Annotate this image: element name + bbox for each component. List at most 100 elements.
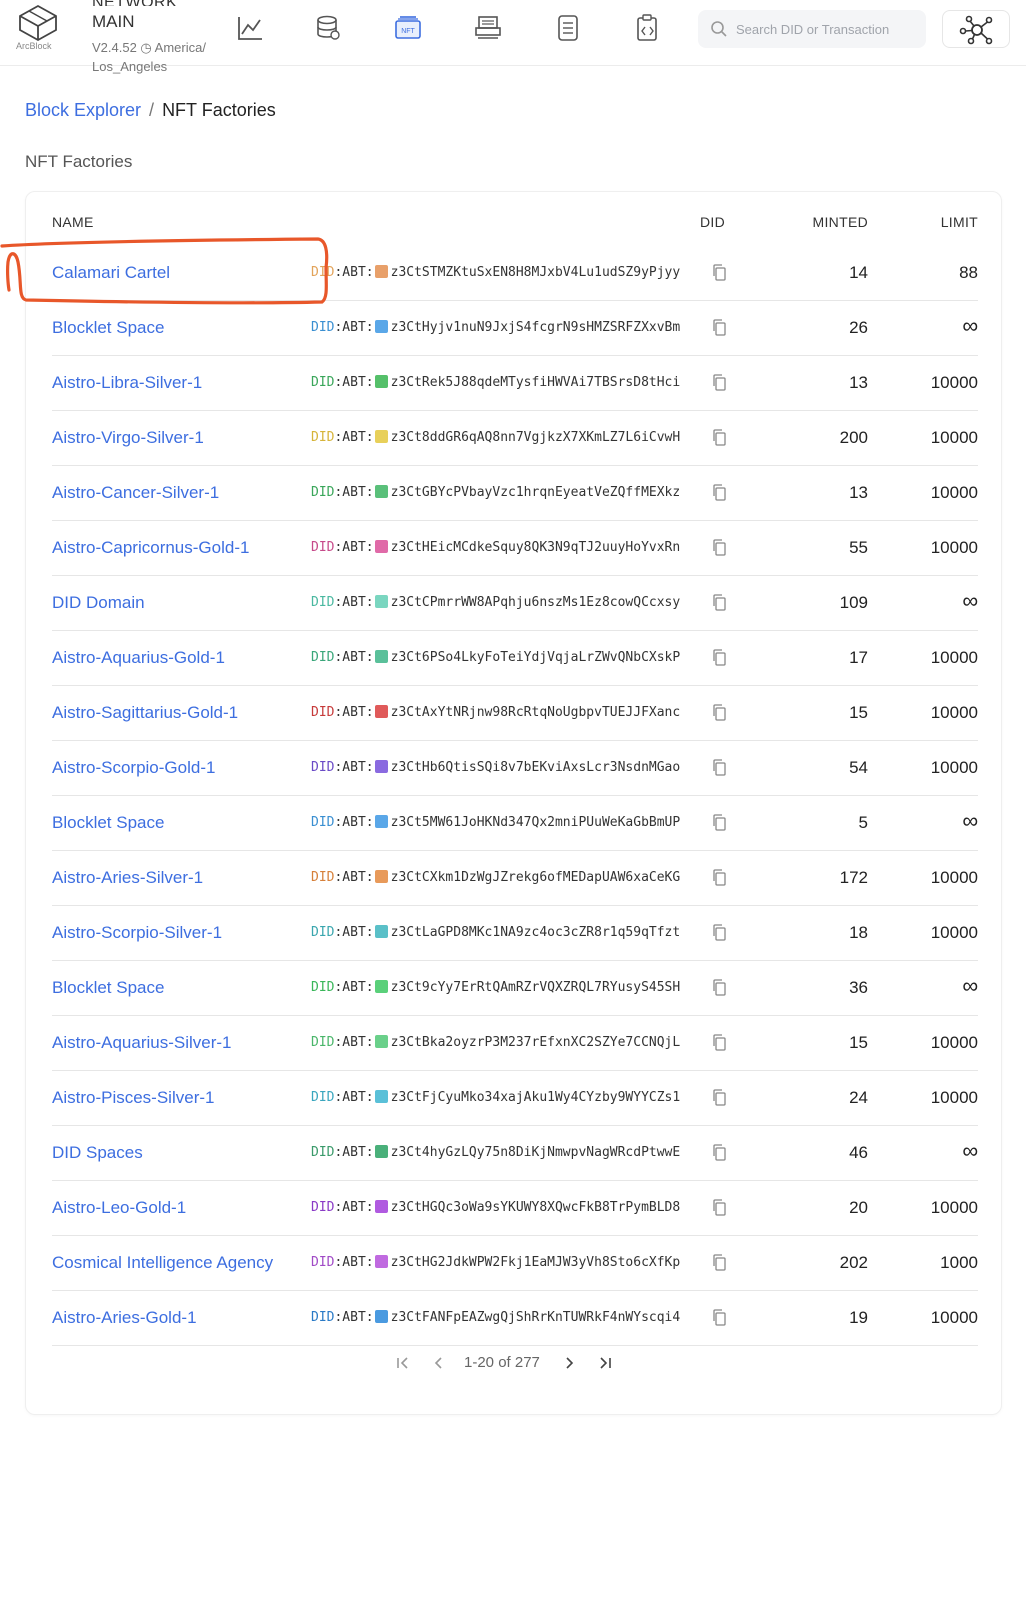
copy-icon[interactable] bbox=[712, 1199, 726, 1216]
did-avatar-icon bbox=[374, 540, 388, 553]
copy-icon[interactable] bbox=[712, 869, 726, 886]
factory-name-link[interactable]: Aistro-Leo-Gold-1 bbox=[52, 1198, 186, 1218]
copy-icon[interactable] bbox=[712, 319, 726, 336]
copy-icon[interactable] bbox=[712, 814, 726, 831]
copy-icon[interactable] bbox=[712, 704, 726, 721]
factory-name-link[interactable]: Aistro-Capricornus-Gold-1 bbox=[52, 538, 249, 558]
factory-name-link[interactable]: Blocklet Space bbox=[52, 318, 164, 338]
database-icon[interactable] bbox=[314, 14, 342, 42]
chart-icon[interactable] bbox=[236, 14, 264, 42]
factory-did[interactable]: DID:ABT: z3CtFANFpEAZwgQjShRrKnTUWRkF4nWY… bbox=[311, 1310, 680, 1325]
arcblock-logo[interactable] bbox=[14, 4, 74, 60]
did-prefix-abt: :ABT: bbox=[334, 705, 374, 720]
minted-count: 36 bbox=[849, 978, 868, 997]
factory-did[interactable]: DID:ABT: z3CtBka2oyzrP3M237rEfxnXC2SZYe7C… bbox=[311, 1035, 680, 1050]
table-row: Aistro-Pisces-Silver-1 DID:ABT: z3CtFjCyuM… bbox=[52, 1071, 978, 1126]
factory-name-link[interactable]: Aistro-Aquarius-Gold-1 bbox=[52, 648, 225, 668]
limit-value: 10000 bbox=[930, 868, 978, 887]
printer-icon[interactable] bbox=[474, 14, 502, 42]
factory-name-link[interactable]: DID Domain bbox=[52, 593, 145, 613]
factory-did[interactable]: DID:ABT: z3CtHG2JdkWPW2Fkj1EaMJW3yVh8Sto6… bbox=[311, 1255, 680, 1270]
did-prefix-did: DID bbox=[311, 320, 335, 335]
factory-did[interactable]: DID:ABT: z3CtFjCyuMko34xajAku1Wy4CYzby9WY… bbox=[311, 1090, 680, 1105]
last-page-icon[interactable] bbox=[594, 1352, 616, 1374]
did-prefix-abt: :ABT: bbox=[334, 1255, 374, 1270]
copy-icon[interactable] bbox=[712, 264, 726, 281]
did-value: z3CtCXkm1DzWgJZrekg6ofMEDapUAW6xaCeKG bbox=[390, 870, 681, 885]
next-page-icon[interactable] bbox=[558, 1352, 580, 1374]
factory-name-link[interactable]: Aistro-Aries-Silver-1 bbox=[52, 868, 203, 888]
factory-did[interactable]: DID:ABT: z3CtSTMZKtuSxEN8H8MJxbV4Lu1udSZ9… bbox=[311, 265, 680, 280]
factory-name-link[interactable]: Aistro-Aquarius-Silver-1 bbox=[52, 1033, 232, 1053]
previous-page-icon[interactable] bbox=[428, 1352, 450, 1374]
copy-icon[interactable] bbox=[712, 594, 726, 611]
factory-name-link[interactable]: Aistro-Libra-Silver-1 bbox=[52, 373, 202, 393]
copy-icon[interactable] bbox=[712, 924, 726, 941]
factory-name-link[interactable]: Aistro-Sagittarius-Gold-1 bbox=[52, 703, 238, 723]
copy-icon[interactable] bbox=[712, 759, 726, 776]
copy-icon[interactable] bbox=[712, 429, 726, 446]
did-value: z3CtLaGPD8MKc1NA9zc4oc3cZR8r1q59qTfzt bbox=[390, 925, 681, 940]
factory-did[interactable]: DID:ABT: z3Ct4hyGzLQy75n8DiKjNmwpvNagWRcd… bbox=[311, 1145, 680, 1160]
did-value: z3CtFjCyuMko34xajAku1Wy4CYzby9WYYCZs1 bbox=[390, 1090, 681, 1105]
factory-name-link[interactable]: DID Spaces bbox=[52, 1143, 143, 1163]
factory-did[interactable]: DID:ABT: z3CtHGQc3oWa9sYKUWY8XQwcFkB8TrPy… bbox=[311, 1200, 680, 1215]
factory-did[interactable]: DID:ABT: z3Ct8ddGR6qAQ8nn7VgjkzX7XKmLZ7L6… bbox=[311, 430, 680, 445]
limit-value: 10000 bbox=[930, 648, 978, 667]
factory-did[interactable]: DID:ABT: z3Ct9cYy7ErRtQAmRZrVQXZRQL7RYusy… bbox=[311, 980, 680, 995]
limit-value: ∞ bbox=[962, 808, 978, 833]
factory-name-link[interactable]: Cosmical Intelligence Agency bbox=[52, 1253, 273, 1273]
factory-did[interactable]: DID:ABT: z3CtAxYtNRjnw98RcRtqNoUgbpvTUEJJ… bbox=[311, 705, 680, 720]
did-prefix-did: DID bbox=[311, 815, 335, 830]
arcblock-logo-icon bbox=[19, 4, 57, 42]
nft-icon[interactable]: NFT bbox=[394, 14, 422, 42]
did-prefix-did: DID bbox=[311, 980, 335, 995]
network-label: NETWORK bbox=[92, 0, 177, 6]
factory-name-link[interactable]: Aistro-Aries-Gold-1 bbox=[52, 1308, 197, 1328]
copy-icon[interactable] bbox=[712, 1144, 726, 1161]
search-icon bbox=[711, 21, 727, 37]
factory-name-link[interactable]: Aistro-Cancer-Silver-1 bbox=[52, 483, 219, 503]
factory-did[interactable]: DID:ABT: z3CtLaGPD8MKc1NA9zc4oc3cZR8r1q59… bbox=[311, 925, 680, 940]
did-value: z3Ct6PSo4LkyFoTeiYdjVqjaLrZWvQNbCXskP bbox=[390, 650, 681, 665]
column-header-name: NAME bbox=[52, 214, 94, 230]
copy-icon[interactable] bbox=[712, 1254, 726, 1271]
factory-name-link[interactable]: Blocklet Space bbox=[52, 978, 164, 998]
copy-icon[interactable] bbox=[712, 374, 726, 391]
contract-icon[interactable] bbox=[634, 14, 662, 42]
breadcrumb-root-link[interactable]: Block Explorer bbox=[25, 100, 141, 120]
factory-did[interactable]: DID:ABT: z3CtCPmrrWW8APqhju6nszMs1Ez8cowQ… bbox=[311, 595, 680, 610]
did-prefix-abt: :ABT: bbox=[334, 760, 374, 775]
factory-did[interactable]: DID:ABT: z3CtGBYcPVbayVzc1hrqnEyeatVeZQff… bbox=[311, 485, 680, 500]
factory-name-link[interactable]: Aistro-Virgo-Silver-1 bbox=[52, 428, 204, 448]
factory-did[interactable]: DID:ABT: z3CtHb6QtisSQi8v7bEKviAxsLcr3Nsd… bbox=[311, 760, 680, 775]
table-row: Blocklet Space DID:ABT: z3Ct5MW61JoHKNd347… bbox=[52, 796, 978, 851]
factory-did[interactable]: DID:ABT: z3CtCXkm1DzWgJZrekg6ofMEDapUAW6x… bbox=[311, 870, 680, 885]
did-avatar-icon bbox=[374, 1310, 388, 1323]
network-switch-button[interactable] bbox=[942, 10, 1010, 48]
minted-count: 17 bbox=[849, 648, 868, 667]
factory-name-link[interactable]: Aistro-Pisces-Silver-1 bbox=[52, 1088, 214, 1108]
did-value: z3CtBka2oyzrP3M237rEfxnXC2SZYe7CCNQjL bbox=[390, 1035, 681, 1050]
copy-icon[interactable] bbox=[712, 1034, 726, 1051]
document-icon[interactable] bbox=[554, 14, 582, 42]
did-prefix-did: DID bbox=[311, 1200, 335, 1215]
factory-did[interactable]: DID:ABT: z3CtHyjv1nuN9JxjS4fcgrN9sHMZSRFZ… bbox=[311, 320, 680, 335]
search-input[interactable] bbox=[736, 19, 916, 39]
factory-name-link[interactable]: Blocklet Space bbox=[52, 813, 164, 833]
copy-icon[interactable] bbox=[712, 484, 726, 501]
factory-did[interactable]: DID:ABT: z3Ct5MW61JoHKNd347Qx2mniPUuWeKaG… bbox=[311, 815, 680, 830]
copy-icon[interactable] bbox=[712, 649, 726, 666]
factory-name-link[interactable]: Aistro-Scorpio-Silver-1 bbox=[52, 923, 222, 943]
factory-did[interactable]: DID:ABT: z3Ct6PSo4LkyFoTeiYdjVqjaLrZWvQNb… bbox=[311, 650, 680, 665]
copy-icon[interactable] bbox=[712, 1089, 726, 1106]
copy-icon[interactable] bbox=[712, 539, 726, 556]
table-row: Aistro-Capricornus-Gold-1 DID:ABT: z3CtHEi… bbox=[52, 521, 978, 576]
copy-icon[interactable] bbox=[712, 979, 726, 996]
factory-name-link[interactable]: Aistro-Scorpio-Gold-1 bbox=[52, 758, 215, 778]
first-page-icon[interactable] bbox=[392, 1352, 414, 1374]
search-box[interactable] bbox=[698, 10, 926, 48]
factory-did[interactable]: DID:ABT: z3CtHEicMCdkeSquy8QK3N9qTJ2uuyHo… bbox=[311, 540, 680, 555]
factory-did[interactable]: DID:ABT: z3CtRek5J88qdeMTysfiHWVAi7TBSrsD… bbox=[311, 375, 680, 390]
copy-icon[interactable] bbox=[712, 1309, 726, 1326]
